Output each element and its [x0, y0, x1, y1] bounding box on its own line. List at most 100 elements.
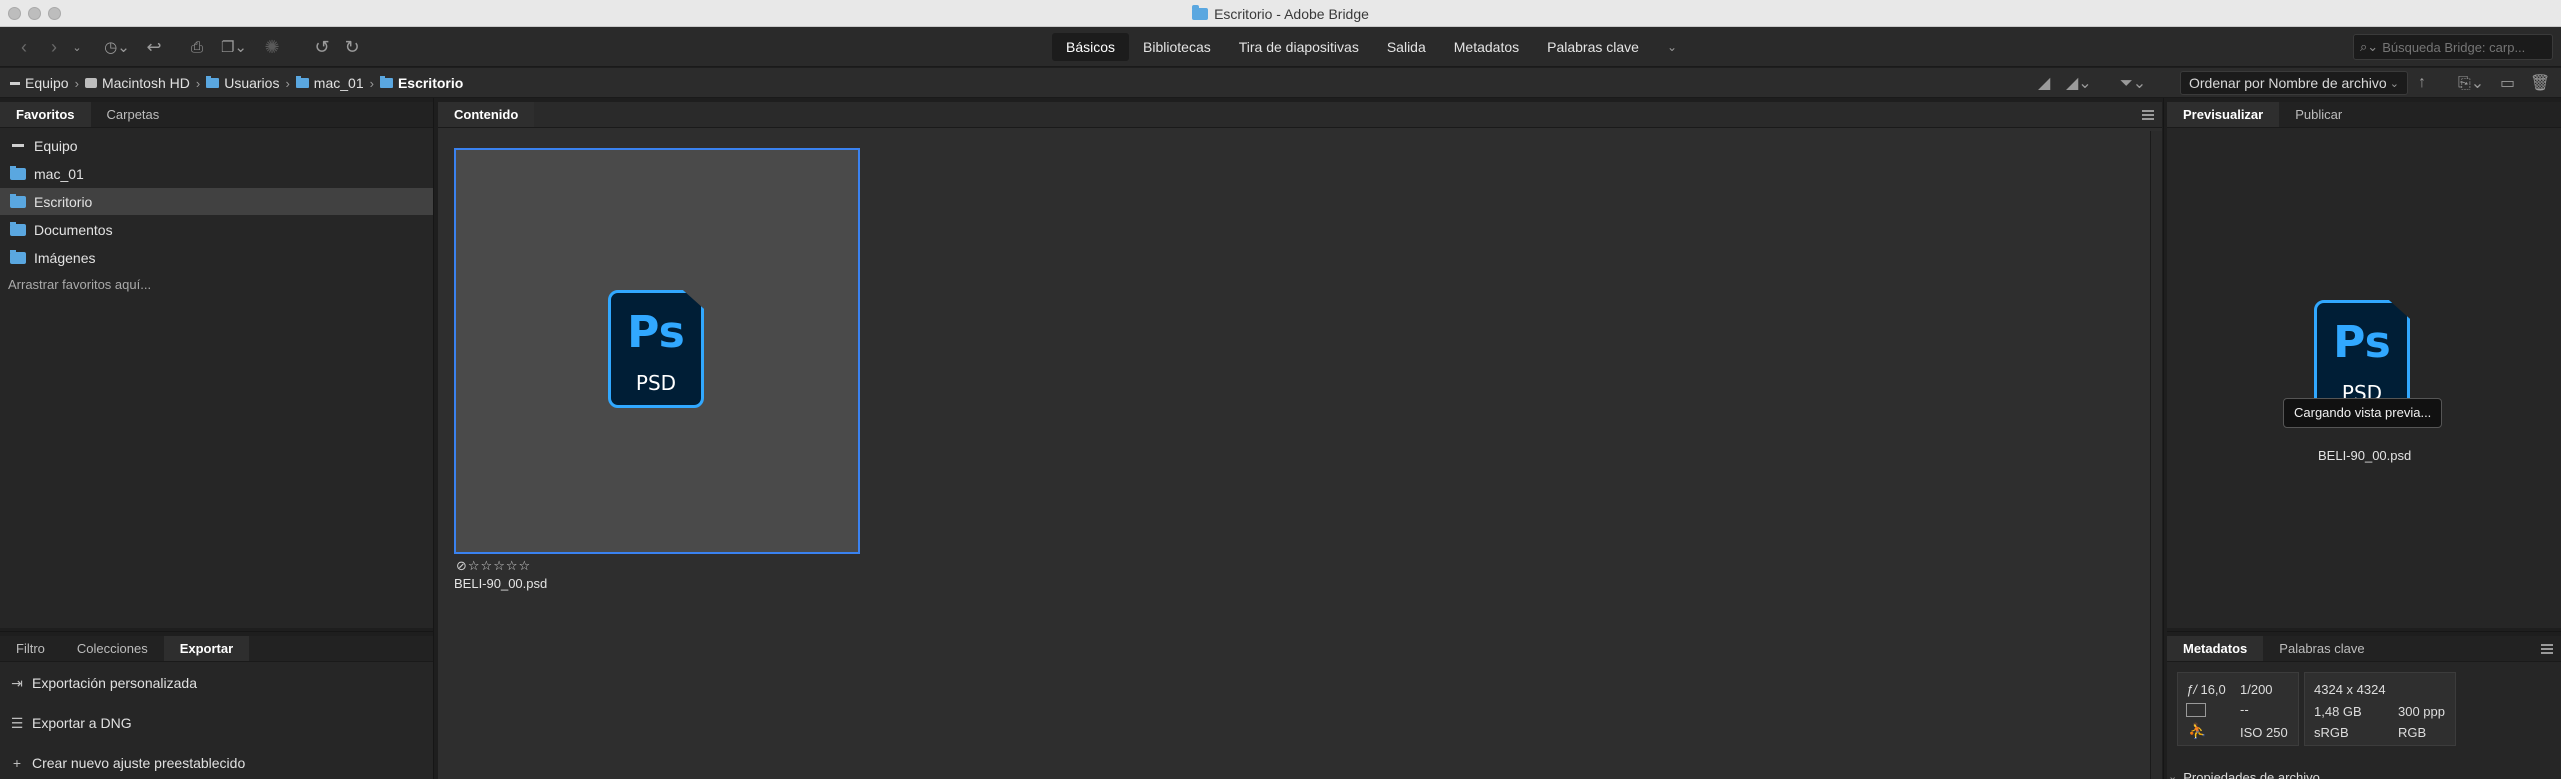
path-bar: Equipo › Macintosh HD › Usuarios › mac_0… [0, 68, 2561, 98]
chevron-down-icon[interactable]: ⌄ [70, 35, 84, 59]
computer-icon [10, 81, 20, 85]
export-panel: Filtro Colecciones Exportar ⇥ Exportació… [0, 636, 433, 779]
quality-icon[interactable]: ◢ [2038, 72, 2050, 94]
filter-icon[interactable]: ⏷⌄ [2120, 72, 2146, 94]
forward-icon[interactable]: › [44, 35, 64, 59]
folder-icon [206, 76, 220, 88]
workspace-tab-bibliotecas[interactable]: Bibliotecas [1129, 33, 1225, 61]
workspace-tab-salida[interactable]: Salida [1373, 33, 1440, 61]
create-preset-item[interactable]: + Crear nuevo ajuste preestablecido [10, 750, 245, 776]
dimensions-value: 4324 x 4324 [2314, 682, 2386, 697]
right-splitter[interactable] [2163, 98, 2164, 779]
chevron-down-icon: ⌄ [2168, 771, 2178, 779]
thumbnail-filename: BELI-90_00.psd [454, 576, 548, 591]
left-splitter[interactable] [433, 98, 434, 779]
breadcrumb: Equipo › Macintosh HD › Usuarios › mac_0… [10, 68, 463, 98]
file-properties-section[interactable]: ⌄ Propiedades de archivo [2168, 770, 2320, 779]
folder-icon [10, 221, 26, 236]
file-size-value: 1,48 GB [2314, 704, 2362, 719]
left-horizontal-splitter[interactable] [0, 631, 433, 632]
rating-stars[interactable]: ⊘☆☆☆☆☆ [456, 558, 531, 574]
plus-icon: + [12, 755, 22, 771]
workspace-tab-metadatos[interactable]: Metadatos [1440, 33, 1533, 61]
favorite-equipo[interactable]: Equipo [0, 132, 433, 159]
shutter-value: 1/200 [2240, 682, 2273, 697]
tab-palabras-clave[interactable]: Palabras clave [2263, 636, 2380, 661]
camera-import-icon[interactable]: ⎙ [186, 35, 208, 59]
iso-value: ISO 250 [2240, 725, 2288, 740]
new-folder-icon[interactable]: ▭ [2500, 72, 2515, 94]
recent-history-icon[interactable]: ◷⌄ [100, 35, 134, 59]
tab-previsualizar[interactable]: Previsualizar [2167, 102, 2280, 127]
open-recent-icon[interactable]: ⎘⌄ [2458, 72, 2484, 94]
boomerang-icon[interactable]: ↩ [144, 35, 164, 59]
chevron-down-icon: ⌄ [2389, 77, 2399, 90]
favorites-panel: Favoritos Carpetas Equipo mac_01 Escrito… [0, 102, 433, 628]
tab-colecciones[interactable]: Colecciones [61, 636, 164, 661]
workspace-overflow-chevron-icon[interactable]: ⌄ [1653, 33, 1691, 61]
color-mode-value: RGB [2398, 725, 2427, 740]
chevron-right-icon: › [285, 75, 290, 91]
rotate-right-icon[interactable]: ↻ [342, 35, 362, 59]
reject-icon: ⊘ [456, 558, 468, 573]
refine-icon[interactable]: ❐⌄ [216, 35, 252, 59]
favorite-documentos[interactable]: Documentos [0, 216, 433, 243]
export-dng-item[interactable]: ☰ Exportar a DNG [10, 710, 132, 736]
resolution-value: 300 ppp [2398, 704, 2445, 719]
back-icon[interactable]: ‹ [14, 35, 34, 59]
thumbnail-beli-90-00[interactable]: Ps PSD [454, 148, 860, 554]
tab-metadatos[interactable]: Metadatos [2167, 636, 2264, 661]
photoshop-file-icon: Ps PSD [608, 290, 704, 408]
workspace-tabs: Básicos Bibliotecas Tira de diapositivas… [1052, 33, 1691, 61]
tab-carpetas[interactable]: Carpetas [91, 102, 176, 127]
search-icon: ⌕⌄ [2360, 39, 2379, 54]
thumbnail-quality-icon[interactable]: ◢⌄ [2066, 72, 2092, 94]
folder-icon [379, 76, 393, 88]
crumb-equipo[interactable]: Equipo [10, 75, 69, 91]
sort-ascending-icon[interactable]: ↑ [2418, 72, 2426, 94]
window-title: Escritorio - Adobe Bridge [1214, 5, 1369, 22]
process-icon[interactable]: ✺ [262, 35, 282, 59]
search-input[interactable] [2382, 39, 2533, 55]
favorite-mac01[interactable]: mac_01 [0, 160, 433, 187]
exposure-comp-value: -- [2240, 702, 2249, 717]
title-bar: Escritorio - Adobe Bridge [0, 0, 2561, 27]
person-icon: ⛹ [2188, 723, 2207, 740]
chevron-right-icon: › [195, 75, 201, 91]
chevron-right-icon: › [74, 75, 79, 91]
crumb-escritorio[interactable]: Escritorio [379, 75, 463, 91]
favorite-escritorio[interactable]: Escritorio [0, 188, 433, 215]
content-scrollbar[interactable] [2150, 131, 2162, 779]
search-box[interactable]: ⌕⌄ [2353, 34, 2553, 60]
sort-select[interactable]: Ordenar por Nombre de archivo ⌄ [2180, 71, 2408, 95]
export-custom-item[interactable]: ⇥ Exportación personalizada [10, 670, 197, 696]
content-menu-icon[interactable] [2142, 110, 2154, 120]
computer-icon [12, 144, 24, 147]
folder-icon [295, 76, 309, 88]
trash-icon[interactable]: 🗑 [2530, 72, 2550, 94]
chevron-right-icon: › [369, 75, 374, 91]
rotate-left-icon[interactable]: ↺ [312, 35, 332, 59]
right-horizontal-splitter[interactable] [2167, 631, 2561, 632]
workspace-tab-tira[interactable]: Tira de diapositivas [1225, 33, 1373, 61]
favorite-imagenes[interactable]: Imágenes [0, 244, 433, 271]
aperture-value: ƒ/ 16,0 [2186, 682, 2226, 697]
folder-icon [1192, 4, 1209, 20]
preview-filename: BELI-90_00.psd [2318, 448, 2412, 463]
tab-exportar[interactable]: Exportar [163, 636, 250, 661]
tab-favoritos[interactable]: Favoritos [0, 102, 91, 127]
crumb-macintosh-hd[interactable]: Macintosh HD [84, 75, 190, 91]
tab-publicar[interactable]: Publicar [2279, 102, 2358, 127]
workspace-tab-basicos[interactable]: Básicos [1052, 33, 1130, 61]
loading-preview-tooltip: Cargando vista previa... [2283, 398, 2443, 428]
tab-contenido[interactable]: Contenido [438, 102, 535, 127]
tab-filtro[interactable]: Filtro [0, 636, 61, 661]
crumb-mac01[interactable]: mac_01 [295, 75, 364, 91]
folder-icon [10, 249, 26, 264]
main-toolbar: ‹ › ⌄ ◷⌄ ↩ ⎙ ❐⌄ ✺ ↺ ↻ Básicos Biblioteca… [0, 27, 2561, 67]
workspace-tab-palabras[interactable]: Palabras clave [1533, 33, 1653, 61]
favorites-drop-hint: Arrastrar favoritos aquí... [8, 277, 152, 292]
metadata-menu-icon[interactable] [2541, 644, 2553, 654]
crumb-usuarios[interactable]: Usuarios [206, 75, 279, 91]
export-icon: ⇥ [11, 674, 23, 691]
